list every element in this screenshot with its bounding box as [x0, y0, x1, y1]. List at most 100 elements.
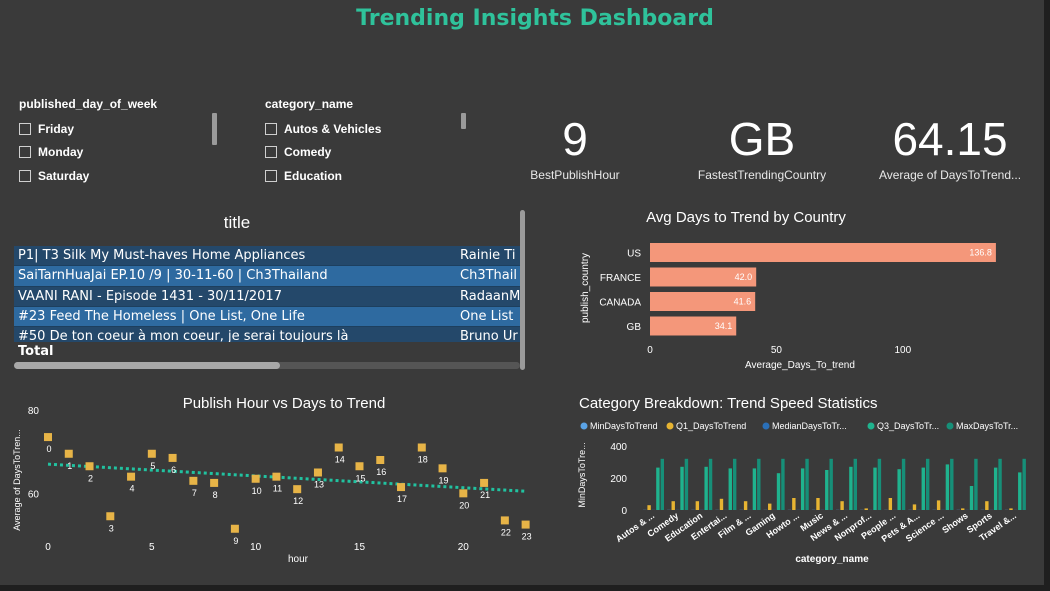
legend-label: MaxDaysToTr...: [956, 421, 1018, 431]
kpi-label: BestPublishHour: [530, 168, 620, 182]
legend-label: Q3_DaysToTr...: [877, 421, 939, 431]
table-row[interactable]: P1| T3 Silk My Must-haves Home Appliance…: [14, 246, 520, 267]
bar: [816, 498, 820, 510]
point-label: 5: [150, 461, 155, 471]
bar: [650, 243, 996, 262]
cell-title: #23 Feed The Homeless | One List, One Li…: [18, 309, 305, 325]
slicer-item-label: Monday: [38, 145, 84, 160]
category-slicer-scrollbar[interactable]: [461, 113, 466, 129]
x-tick-label: 0: [45, 542, 51, 553]
cell-channel: Ch3Thail: [460, 268, 517, 284]
point-label: 3: [109, 523, 114, 533]
category-label: GB: [627, 322, 642, 333]
slicer-item-monday[interactable]: Monday: [19, 141, 219, 165]
legend-label: MinDaysToTrend: [590, 421, 658, 431]
point-label: 22: [501, 527, 511, 537]
scatter-point: [210, 478, 219, 487]
point-label: 1: [67, 461, 72, 471]
scatter-point: [44, 433, 52, 442]
point-label: 13: [314, 480, 324, 490]
scatter-point: [334, 443, 343, 452]
bar: [1018, 472, 1022, 510]
kpi-label: FastestTrendingCountry: [697, 168, 827, 182]
checkbox[interactable]: [265, 122, 277, 135]
point-label: 11: [273, 484, 282, 494]
scatter-point: [313, 468, 322, 477]
x-tick-label: 5: [149, 542, 155, 553]
point-label: 6: [171, 465, 176, 475]
point-label: 9: [233, 536, 238, 546]
cell-title: #50 De ton coeur à mon coeur, je serai t…: [18, 329, 349, 342]
scatter-point: [355, 462, 364, 471]
scatter-point: [521, 520, 530, 529]
table-column-header[interactable]: title: [13, 213, 461, 233]
chart-title: Avg Days to Trend by Country: [646, 209, 846, 226]
x-tick-label: 100: [895, 345, 912, 356]
scatter-point: [230, 524, 239, 533]
bar: [1022, 458, 1026, 510]
bar: [877, 458, 882, 510]
checkbox[interactable]: [19, 146, 31, 159]
day-slicer-scrollbar[interactable]: [212, 113, 217, 145]
data-label: 41.6: [734, 297, 752, 307]
slicer-item-education[interactable]: Education: [265, 164, 465, 188]
checkbox[interactable]: [19, 122, 31, 135]
y-axis-title: MinDaysToTre...: [577, 442, 587, 507]
table-row[interactable]: VAANI RANI - Episode 1431 - 30/11/2017 R…: [14, 286, 520, 307]
checkbox[interactable]: [265, 169, 277, 182]
legend-marker: [666, 422, 674, 430]
bar: [864, 508, 868, 510]
slicer-item-label: Autos & Vehicles: [284, 121, 382, 136]
bar: [776, 473, 781, 510]
cell-channel: Rainie Ti: [460, 248, 516, 264]
table-row[interactable]: SaiTarnHuaJai EP.10 /9 | 30-11-60 | Ch3T…: [14, 266, 520, 287]
table-horizontal-scroll-thumb[interactable]: [14, 362, 280, 369]
table-row[interactable]: #50 De ton coeur à mon coeur, je serai t…: [14, 327, 520, 342]
point-label: 8: [213, 490, 218, 500]
cell-title: VAANI RANI - Episode 1431 - 30/11/2017: [18, 288, 282, 304]
category-label: CANADA: [599, 298, 641, 309]
scatter-point: [272, 472, 281, 481]
slicer-item-label: Friday: [38, 121, 75, 136]
checkbox[interactable]: [19, 169, 31, 182]
title-table: title P1| T3 Silk My Must-haves Home App…: [13, 210, 525, 370]
checkbox[interactable]: [265, 146, 277, 159]
bar: [704, 466, 708, 510]
scatter-point: [106, 512, 115, 521]
slicer-item-saturday[interactable]: Saturday: [19, 164, 219, 188]
x-axis-title: category_name: [795, 554, 869, 565]
point-label: 4: [130, 484, 135, 494]
x-axis-title: hour: [288, 554, 309, 565]
x-tick-label: 20: [458, 542, 470, 553]
slicer-item-comedy[interactable]: Comedy: [265, 141, 465, 165]
bar: [656, 467, 660, 510]
cell-title: SaiTarnHuaJai EP.10 /9 | 30-11-60 | Ch3T…: [18, 268, 328, 284]
slicer-item-autos[interactable]: Autos & Vehicles: [265, 117, 465, 141]
bar: [792, 498, 796, 510]
scatter-point: [480, 478, 489, 487]
bar: [728, 468, 732, 510]
category-bar-chart: Category Breakdown: Trend Speed Statisti…: [577, 395, 1026, 565]
scatter-point: [417, 443, 426, 452]
slicer-item-friday[interactable]: Friday: [19, 117, 219, 141]
kpi-value: GB: [728, 113, 796, 165]
slicer-item-label: Saturday: [38, 168, 90, 183]
bar: [805, 458, 809, 510]
point-label: 16: [376, 467, 386, 477]
bar: [897, 469, 901, 510]
table-row[interactable]: #23 Feed The Homeless | One List, One Li…: [14, 306, 520, 328]
cell-title: P1| T3 Silk My Must-haves Home Appliance…: [18, 248, 306, 264]
bar: [840, 501, 844, 510]
point-label: 14: [335, 455, 345, 465]
point-label: 23: [522, 532, 532, 542]
y-axis-title: publish_country: [580, 253, 591, 323]
legend-label: Q1_DaysToTrend: [676, 421, 746, 431]
bar: [961, 508, 965, 510]
hour-scatter-chart: Publish Hour vs Days to Trend Average of…: [12, 395, 532, 565]
table-vertical-scrollbar[interactable]: [520, 210, 525, 370]
bar: [684, 458, 689, 510]
y-tick-label: 80: [28, 406, 40, 417]
legend-label: MedianDaysToTr...: [772, 421, 847, 431]
cell-channel: One List: [460, 309, 514, 325]
bar: [719, 498, 724, 510]
